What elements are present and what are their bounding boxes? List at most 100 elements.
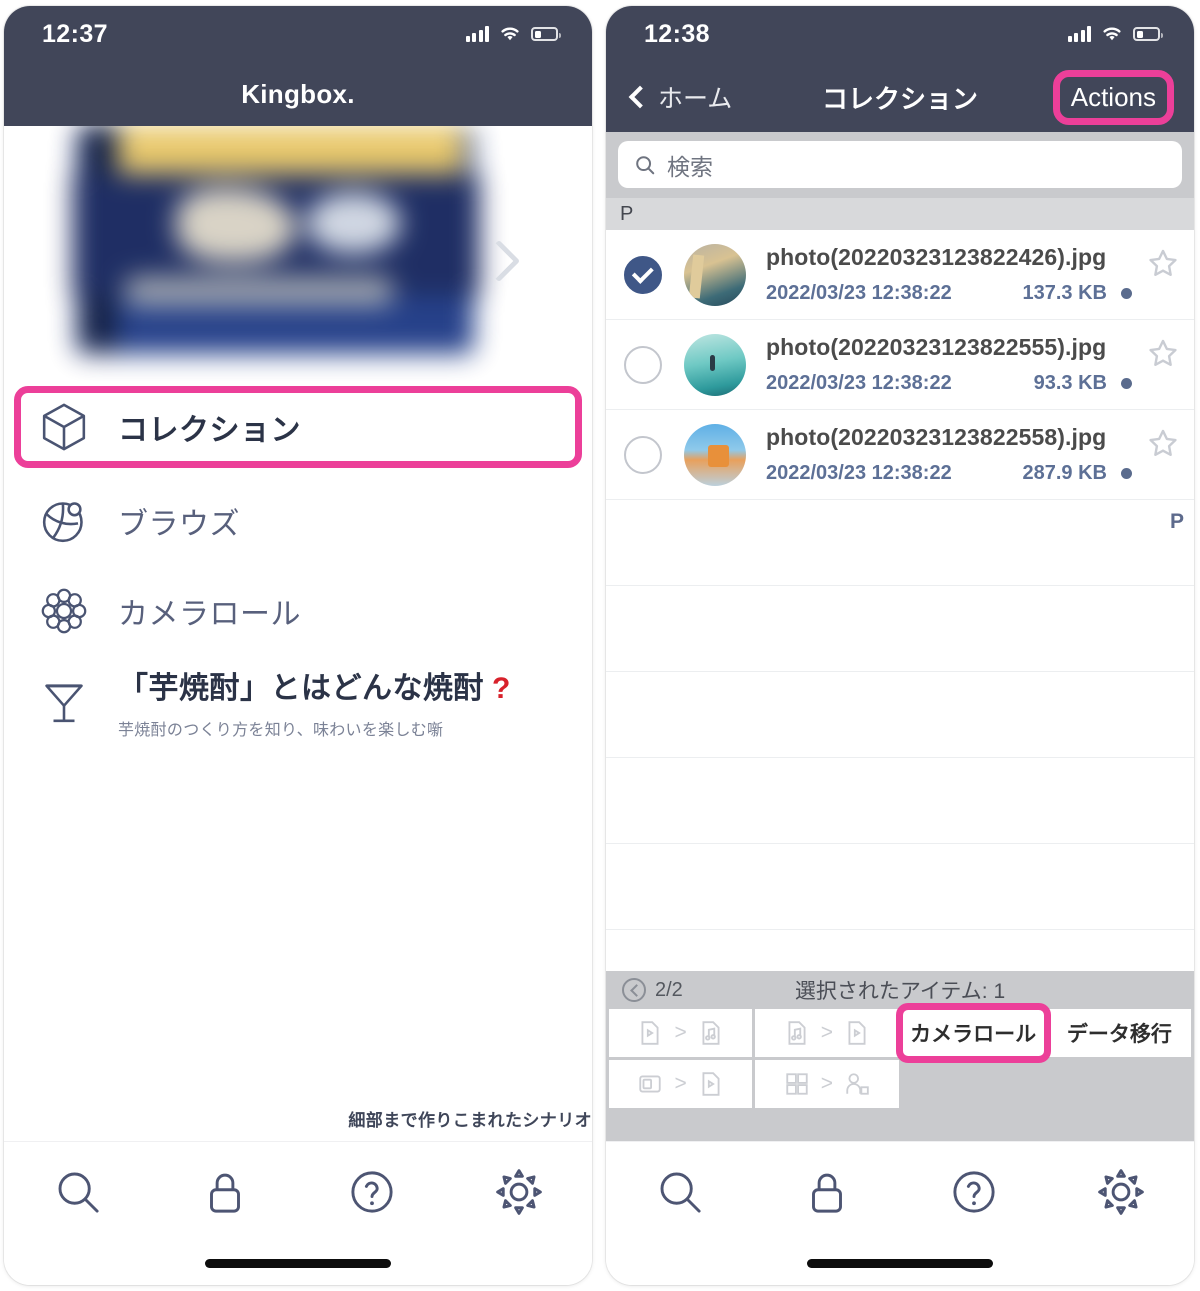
file-meta: 2022/03/23 12:38:22 137.3 KB (766, 282, 1132, 305)
browse-globe-icon (36, 493, 92, 549)
gear-icon[interactable] (1094, 1165, 1148, 1219)
file-name: photo(20220323123822426).jpg (766, 244, 1107, 270)
row-text: photo(20220323123822558).jpg 2022/03/23 … (766, 424, 1132, 485)
left-tab-bar (4, 1141, 592, 1241)
promo-title: 「芋焼酎」とはどんな焼酎? (118, 671, 511, 705)
star-icon[interactable] (1146, 336, 1180, 370)
cellular-signal-icon (465, 26, 489, 42)
status-clock: 12:37 (42, 19, 108, 48)
status-dot-icon (1121, 468, 1132, 479)
row-checkbox[interactable] (624, 435, 662, 474)
wifi-icon (501, 27, 519, 41)
index-letter[interactable]: P (1170, 510, 1184, 534)
battery-icon (531, 27, 561, 41)
sidebar-item-collection[interactable]: コレクション (14, 386, 582, 468)
lock-icon[interactable] (800, 1165, 854, 1219)
left-home-indicator-wrap (4, 1241, 592, 1285)
right-status-bar: 12:38 (606, 6, 1194, 62)
action-data-transfer-button[interactable]: データ移行 (1047, 1009, 1191, 1057)
row-checkbox[interactable] (624, 255, 662, 294)
status-dot-icon (1121, 288, 1132, 299)
table-row[interactable]: photo(20220323123822555).jpg 2022/03/23 … (606, 320, 1194, 410)
home-indicator[interactable] (205, 1258, 391, 1268)
row-checkbox[interactable] (624, 345, 662, 384)
lock-icon[interactable] (198, 1165, 252, 1219)
file-name: photo(20220323123822555).jpg (766, 334, 1107, 360)
file-date: 2022/03/23 12:38:22 (766, 282, 952, 304)
arrow-separator: > (674, 1072, 687, 1095)
arrow-separator: > (674, 1021, 687, 1044)
action-grid-to-person-button[interactable]: > (755, 1060, 899, 1108)
search-icon[interactable] (653, 1165, 707, 1219)
section-header: P (606, 198, 1194, 230)
right-navbar: 12:38 ホーム コレクション Actions (606, 6, 1194, 132)
promo-banner[interactable] (4, 126, 592, 381)
file-size: 93.3 KB (1033, 372, 1107, 394)
actions-button[interactable]: Actions (1052, 69, 1174, 125)
action-button-grid: > > カメラロール データ移行 > > (606, 1003, 1194, 1111)
right-title-row: ホーム コレクション Actions (606, 62, 1194, 132)
sidebar-item-promo-article[interactable]: 「芋焼酎」とはどんな焼酎? 芋焼酎のつくり方を知り、味わいを楽しむ噺 (14, 656, 582, 746)
file-list[interactable]: photo(20220323123822426).jpg 2022/03/23 … (606, 230, 1194, 971)
selected-count-label: 選択されたアイテム: 1 (794, 980, 1006, 1003)
action-panel: 2/2 選択されたアイテム: 1 > > カメラロール データ移行 > > (606, 971, 1194, 1141)
avatar (684, 243, 746, 306)
file-name: photo(20220323123822558).jpg (766, 424, 1107, 450)
promo-footer-text: 細部まで作りこまれたシナリオ (348, 1111, 592, 1130)
table-row[interactable]: photo(20220323123822426).jpg 2022/03/23 … (606, 230, 1194, 320)
star-icon[interactable] (1146, 246, 1180, 280)
action-empty-slot (901, 1060, 1045, 1108)
action-panel-header: 2/2 選択されたアイテム: 1 (606, 971, 1194, 1009)
action-camera-roll-label: カメラロール (910, 1023, 1037, 1046)
wifi-icon (1103, 27, 1121, 41)
left-status-bar: 12:37 (4, 6, 592, 62)
action-gif-to-video-button[interactable]: > (609, 1060, 753, 1108)
search-placeholder: 検索 (667, 153, 713, 180)
left-phone-screen: 12:37 Kingbox. コレクション ブラウズ カメラロール 「芋焼酎」と… (4, 6, 592, 1285)
sidebar-item-camera-roll[interactable]: カメラロール (14, 566, 582, 656)
search-input[interactable]: 検索 (618, 141, 1182, 188)
search-icon[interactable] (51, 1165, 105, 1219)
search-bar-container: 検索 (606, 132, 1194, 198)
sidebar-item-label: カメラロール (118, 598, 301, 631)
file-date: 2022/03/23 12:38:22 (766, 462, 952, 484)
flower-photos-icon (36, 583, 92, 639)
question-circle-icon[interactable] (345, 1165, 399, 1219)
question-circle-icon[interactable] (947, 1165, 1001, 1219)
right-content: 検索 P photo(20220323123822426).jpg 2022/0… (606, 132, 1194, 1141)
status-icons (1067, 25, 1163, 43)
menu-item-collection-wrap: コレクション (14, 386, 582, 468)
avatar (684, 333, 746, 396)
star-icon[interactable] (1146, 426, 1180, 460)
home-indicator[interactable] (807, 1258, 993, 1268)
action-video-to-audio-button[interactable]: > (609, 1009, 753, 1057)
sidebar-item-browse[interactable]: ブラウズ (14, 476, 582, 566)
back-button[interactable]: ホーム (628, 79, 733, 115)
grid-to-person-icon: > (784, 1071, 870, 1097)
list-item (606, 758, 1194, 844)
left-content: コレクション ブラウズ カメラロール 「芋焼酎」とはどんな焼酎 ? 芋焼酎のつく… (4, 126, 592, 1141)
promo-text-column: 「芋焼酎」とはどんな焼酎? 芋焼酎のつくり方を知り、味わいを楽しむ噺 (118, 663, 511, 740)
right-phone-screen: 12:38 ホーム コレクション Actions 検索 P photo(2022… (606, 6, 1194, 1285)
banner-blurred-image (66, 126, 486, 380)
avatar (684, 423, 746, 486)
screenshot-root: 12:37 Kingbox. コレクション ブラウズ カメラロール 「芋焼酎」と… (0, 0, 1200, 1291)
app-title: Kingbox. (241, 78, 355, 109)
list-item (606, 672, 1194, 758)
action-audio-to-video-button[interactable]: > (755, 1009, 899, 1057)
table-row[interactable]: photo(20220323123822558).jpg 2022/03/23 … (606, 410, 1194, 500)
action-data-transfer-label: データ移行 (1066, 1023, 1172, 1046)
list-item (606, 586, 1194, 672)
right-home-indicator-wrap (606, 1241, 1194, 1285)
right-tab-bar (606, 1141, 1194, 1241)
left-title-row: Kingbox. (4, 62, 592, 126)
arrow-separator: > (820, 1021, 833, 1044)
gear-icon[interactable] (492, 1165, 546, 1219)
cocktail-glass-icon (36, 673, 92, 729)
sidebar-item-label: コレクション (118, 414, 301, 447)
back-button-label: ホーム (658, 85, 733, 113)
status-icons (465, 25, 561, 43)
file-date: 2022/03/23 12:38:22 (766, 372, 952, 394)
action-camera-roll-button[interactable]: カメラロール (895, 1003, 1051, 1063)
file-meta: 2022/03/23 12:38:22 287.9 KB (766, 462, 1132, 485)
